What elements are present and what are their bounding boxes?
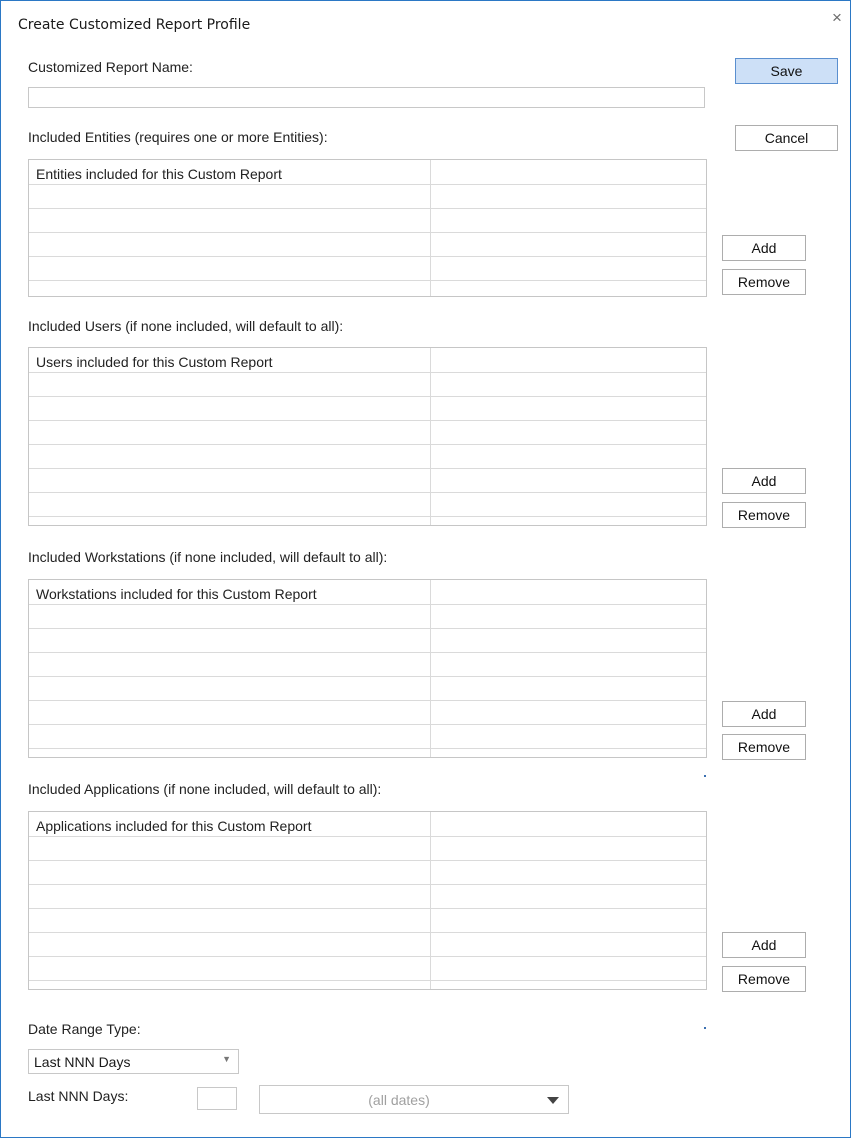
- chevron-down-icon: [547, 1097, 559, 1104]
- entities-remove-button[interactable]: Remove: [722, 269, 806, 295]
- column-divider: [430, 160, 431, 296]
- table-row[interactable]: [29, 933, 706, 957]
- table-row[interactable]: [29, 957, 706, 981]
- table-row[interactable]: [29, 160, 706, 185]
- table-row[interactable]: [29, 725, 706, 749]
- table-row[interactable]: [29, 861, 706, 885]
- days-count-input[interactable]: [197, 1087, 237, 1110]
- cancel-button[interactable]: Cancel: [735, 125, 838, 151]
- date-range-type-label: Date Range Type:: [28, 1021, 141, 1037]
- date-selection-value: (all dates): [368, 1092, 430, 1108]
- table-row[interactable]: [29, 812, 706, 837]
- report-name-label: Customized Report Name:: [28, 59, 193, 75]
- save-button[interactable]: Save: [735, 58, 838, 84]
- table-row[interactable]: [29, 605, 706, 629]
- date-selection-select[interactable]: (all dates): [259, 1085, 569, 1114]
- table-row[interactable]: [29, 257, 706, 281]
- table-row[interactable]: [29, 397, 706, 421]
- users-section-label: Included Users (if none included, will d…: [28, 318, 344, 334]
- resize-marker: [704, 775, 706, 777]
- table-row[interactable]: [29, 701, 706, 725]
- workstations-grid[interactable]: Workstations included for this Custom Re…: [28, 579, 707, 758]
- table-row[interactable]: [29, 209, 706, 233]
- create-report-profile-dialog: Create Customized Report Profile × Custo…: [0, 0, 851, 1138]
- column-divider: [430, 348, 431, 525]
- table-row[interactable]: [29, 493, 706, 517]
- table-row[interactable]: [29, 185, 706, 209]
- applications-remove-button[interactable]: Remove: [722, 966, 806, 992]
- table-row[interactable]: [29, 233, 706, 257]
- table-row[interactable]: [29, 653, 706, 677]
- applications-section-label: Included Applications (if none included,…: [28, 781, 382, 797]
- entities-add-button[interactable]: Add: [722, 235, 806, 261]
- applications-add-button[interactable]: Add: [722, 932, 806, 958]
- date-range-type-select[interactable]: Last NNN Days ▼: [28, 1049, 239, 1074]
- date-range-type-value: Last NNN Days: [34, 1054, 131, 1070]
- table-row[interactable]: [29, 677, 706, 701]
- table-row[interactable]: [29, 348, 706, 373]
- table-row[interactable]: [29, 373, 706, 397]
- table-row[interactable]: [29, 421, 706, 445]
- resize-marker: [704, 1027, 706, 1029]
- users-grid[interactable]: Users included for this Custom Report: [28, 347, 707, 526]
- table-row[interactable]: [29, 837, 706, 861]
- report-name-input[interactable]: [28, 87, 705, 108]
- applications-grid[interactable]: Applications included for this Custom Re…: [28, 811, 707, 990]
- users-remove-button[interactable]: Remove: [722, 502, 806, 528]
- table-row[interactable]: [29, 580, 706, 605]
- dialog-title: Create Customized Report Profile: [18, 17, 251, 33]
- column-divider: [430, 580, 431, 757]
- entities-section-label: Included Entities (requires one or more …: [28, 129, 328, 145]
- table-row[interactable]: [29, 909, 706, 933]
- workstations-section-label: Included Workstations (if none included,…: [28, 549, 388, 565]
- chevron-down-icon: ▼: [222, 1054, 231, 1064]
- table-row[interactable]: [29, 629, 706, 653]
- entities-grid[interactable]: Entities included for this Custom Report: [28, 159, 707, 297]
- users-add-button[interactable]: Add: [722, 468, 806, 494]
- workstations-remove-button[interactable]: Remove: [722, 734, 806, 760]
- close-icon[interactable]: ×: [828, 9, 846, 27]
- last-nnn-days-label: Last NNN Days:: [28, 1088, 129, 1104]
- table-row[interactable]: [29, 885, 706, 909]
- column-divider: [430, 812, 431, 989]
- table-row[interactable]: [29, 445, 706, 469]
- table-row[interactable]: [29, 469, 706, 493]
- workstations-add-button[interactable]: Add: [722, 701, 806, 727]
